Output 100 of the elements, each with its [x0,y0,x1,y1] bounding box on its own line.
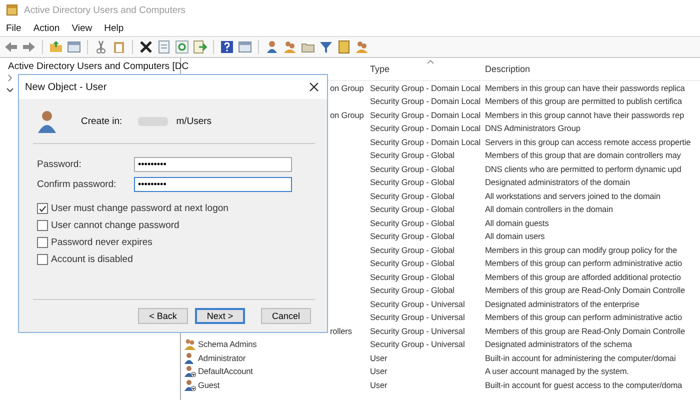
field-label: Confirm password: [37,178,118,190]
user-icon[interactable] [265,40,279,54]
clipboard-icon[interactable] [112,40,126,54]
description-cell-text: DNS Administrators Group [485,123,582,134]
description-cell-text: All domain users [485,231,546,242]
type-cell-text: Security Group - Domain Local [369,123,482,134]
description-cell-text: Designated administrators of the domain [485,177,632,188]
type-cell-text: Security Group - Universal [369,339,466,350]
type-cell-text: Security Group - Domain Local [369,82,482,93]
description-cell-text: DNS clients who are permitted to perform dynamic upd [485,164,682,174]
type-cell-text: Security Group - Global [369,285,456,296]
type-cell-text: Security Group - Global [369,190,456,201]
sort-caret-icon [427,60,434,64]
name-cell[interactable]: Schema Admins [198,339,257,350]
type-cell-text: Security Group - Global [369,272,456,282]
password-field[interactable]: ••••••••• [134,156,292,172]
type-cell-text: Security Group - Global [369,150,456,160]
name-cell[interactable]: Administrator [198,352,246,363]
description-cell-text: Members in this group cannot have their passwords rep [485,110,685,120]
description-cell-text: Designated administrators of the schema [485,339,633,350]
column-header[interactable]: Type [367,64,485,74]
type-cell-text: Security Group - Domain Local [369,96,482,106]
type-cell-text: Security Group - Global [369,244,456,255]
type-cell-text: Security Group - Global [369,164,456,174]
type-cell-text: User [369,380,388,390]
type-cell-text: Security Group - Global [369,258,456,268]
description-cell-text: All domain guests [485,218,550,228]
back-arrow-icon[interactable] [4,40,18,54]
description-cell-text: Members of this group are Read-Only Domain Controlle [485,326,686,336]
app-icon [6,4,18,16]
user-icon [184,352,196,364]
close-icon[interactable] [309,82,319,92]
forward-arrow-icon[interactable] [22,40,36,54]
description-cell-text: Members in this group can modify group policy for the [485,244,678,255]
menu-item[interactable]: Help [104,22,124,34]
users-icon[interactable] [283,40,297,54]
description-cell-text: Members of this group are Read-Only Domain Controlle [485,285,686,296]
description-cell-text: Built-in account for administering the computer/domai [485,352,677,363]
type-cell-text: Security Group - Universal [369,298,466,309]
type-cell-text: User [369,366,388,376]
description-cell-text: Members of this group are afforded additional protectio [485,272,682,282]
description-cell-text: Members of this group can perform administrative actio [485,312,684,322]
type-cell-text: Security Group - Global [369,177,456,188]
type-cell-text: Security Group - Global [369,218,456,228]
checkbox-label: User cannot change password [51,220,180,231]
expander-icon[interactable] [6,86,14,94]
refresh-icon[interactable] [175,40,189,54]
type-cell-text: Security Group - Global [369,204,456,214]
description-cell-text: Servers in this group can access remote access propertie [485,136,692,147]
create-in-path: m/Users [176,116,212,126]
name-cell[interactable]: on Group [330,82,364,93]
type-cell-text: Security Group - Domain Local [369,136,482,147]
dialog-title: New Object - User [25,82,107,92]
type-cell-text: Security Group - Universal [369,312,466,322]
help-icon[interactable] [220,40,234,54]
folder-icon[interactable] [49,40,63,54]
description-cell-text: Members of this group are permitted to publish certifica [485,96,683,106]
description-cell-text: Designated administrators of the enterprise [485,298,640,309]
user-icon [37,109,57,133]
checkbox-label: User must change password at next logon [51,203,228,214]
description-cell-text: Built-in account for guest access to the computer/doma [485,380,684,390]
group-icon [184,338,196,350]
description-cell-text: All domain controllers in the domain [485,204,614,214]
field-label: Password: [37,158,82,170]
description-cell-text: Members of this group can perform administrative actio [485,258,684,268]
menu-item[interactable]: Action [33,22,60,34]
name-cell[interactable]: rollers [330,326,352,336]
checkbox-label: Account is disabled [51,254,133,265]
users-icon[interactable] [355,40,369,54]
column-header[interactable]: Description [485,64,700,74]
name-cell[interactable]: on Group [330,110,364,120]
checkbox[interactable] [37,237,48,248]
window-icon[interactable] [238,40,252,54]
description-cell-text: A user account managed by the system. [485,366,630,376]
dialog-button[interactable]: Next > [195,308,245,324]
window-icon[interactable] [67,40,81,54]
description-cell-text: Members of this group that are domain controllers may [485,150,682,160]
create-in-label: Create in: [81,116,122,126]
dialog-button[interactable]: < Back [138,308,188,324]
description-cell-text: All workstations and servers joined to the domain [485,190,662,201]
redacted-block [138,116,168,126]
password-field[interactable]: ••••••••• [134,176,292,192]
window-title: Active Directory Users and Computers [24,4,186,16]
delete-icon[interactable] [139,40,153,54]
menu-item[interactable]: View [72,22,92,34]
checkbox-label: Password never expires [51,237,152,248]
menu-item[interactable]: File [6,22,22,34]
type-cell-text: Security Group - Global [369,231,456,242]
type-cell-text: Security Group - Universal [369,326,466,336]
export-icon[interactable] [193,40,207,54]
dialog-button[interactable]: Cancel [261,308,311,324]
tree-item[interactable]: Active Directory Users and Computers [DC [8,60,189,72]
type-cell-text: User [369,352,388,363]
type-cell-text: Security Group - Domain Local [369,110,482,120]
checkbox[interactable] [37,220,48,231]
scissors-icon[interactable] [94,40,108,54]
description-cell-text: Members in this group can have their passwords replica [485,82,686,93]
filter-icon[interactable] [319,40,333,54]
checkbox[interactable] [37,203,48,214]
checkbox[interactable] [37,254,48,265]
